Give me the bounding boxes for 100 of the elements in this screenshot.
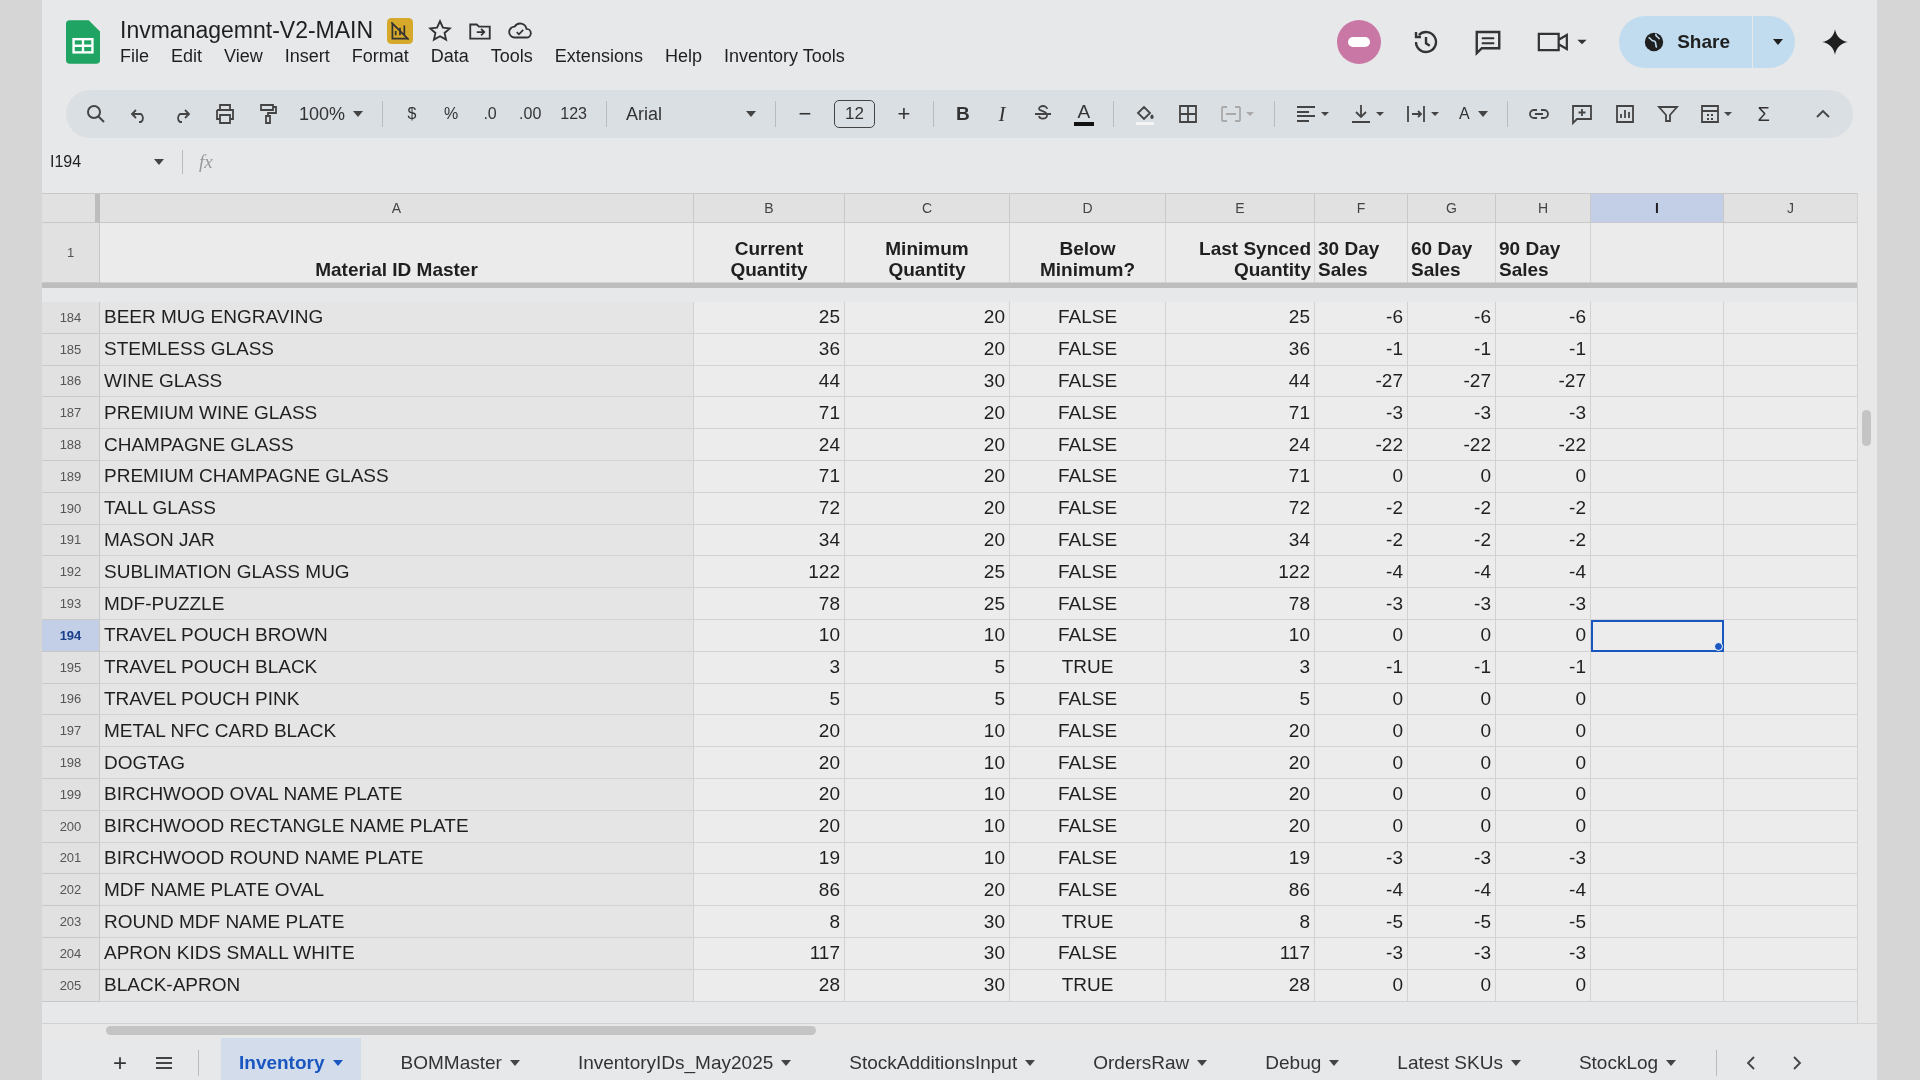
zoom-dropdown[interactable]: 100%: [299, 103, 364, 125]
print-icon[interactable]: [213, 102, 237, 126]
sheet-tab[interactable]: Inventory: [221, 1038, 361, 1080]
sum-button[interactable]: Σ: [1753, 102, 1774, 126]
table-cell: -1: [1569, 338, 1586, 361]
sheet-tab[interactable]: StockAdditionsInput: [831, 1038, 1054, 1080]
number-format-button[interactable]: .00: [519, 105, 542, 123]
table-cell: 20: [983, 465, 1005, 488]
menu-item[interactable]: Tools: [490, 46, 533, 67]
table-cell: 5: [994, 656, 1005, 679]
table-cell: BEER MUG ENGRAVING: [104, 306, 324, 329]
sheet-tab[interactable]: BOMMaster: [382, 1038, 538, 1080]
menu-item[interactable]: Format: [351, 46, 409, 67]
italic-button[interactable]: I: [991, 101, 1012, 127]
menu-item[interactable]: Help: [664, 46, 702, 67]
add-sheet-button[interactable]: +: [110, 1049, 130, 1077]
menu-item[interactable]: Edit: [171, 46, 203, 67]
scrollbar-thumb[interactable]: [106, 1026, 816, 1035]
table-cell: 20: [983, 338, 1005, 361]
table-cell: FALSE: [1057, 878, 1118, 901]
table-cell: 20: [818, 815, 840, 838]
column-title: Current Quantity: [729, 238, 809, 280]
table-cell: 122: [808, 560, 840, 583]
text-rotation-button[interactable]: A: [1458, 105, 1488, 123]
column-header[interactable]: I: [1591, 194, 1724, 223]
number-format-button[interactable]: .0: [480, 105, 501, 123]
table-cell: -3: [1386, 592, 1403, 615]
row-number[interactable]: 193: [42, 588, 100, 620]
row-number[interactable]: 196: [42, 683, 100, 716]
row-number[interactable]: 200: [42, 810, 100, 843]
row-number[interactable]: 184: [42, 302, 100, 334]
font-dropdown[interactable]: Arial: [626, 103, 756, 125]
table-cell: 0: [1575, 974, 1586, 997]
caret-icon: [781, 1060, 792, 1066]
table-cell: PREMIUM CHAMPAGNE GLASS: [104, 465, 389, 488]
table-cell: 19: [1288, 846, 1310, 869]
table-cell: FALSE: [1057, 815, 1118, 838]
row-number[interactable]: 188: [42, 429, 100, 461]
row-number[interactable]: 187: [42, 397, 100, 430]
increase-font-button[interactable]: +: [893, 101, 914, 127]
number-format-button[interactable]: $: [402, 105, 423, 123]
row-number[interactable]: 197: [42, 715, 100, 748]
menu-item[interactable]: File: [120, 46, 149, 67]
table-cell: -3: [1474, 592, 1491, 615]
row-number[interactable]: 191: [42, 524, 100, 557]
sheet-tab[interactable]: StockLog: [1560, 1038, 1695, 1080]
row-number[interactable]: 203: [42, 906, 100, 938]
name-box[interactable]: I194: [50, 153, 176, 171]
row-number[interactable]: 204: [42, 937, 100, 970]
functions-table-icon[interactable]: [1698, 102, 1735, 126]
row-number[interactable]: 205: [42, 969, 100, 1002]
table-cell: -1: [1474, 338, 1491, 361]
number-format-button[interactable]: 123: [560, 105, 587, 123]
bold-button[interactable]: B: [952, 103, 973, 125]
table-cell: 5: [994, 687, 1005, 710]
caret-icon: [1025, 1060, 1036, 1066]
row-number[interactable]: 201: [42, 842, 100, 875]
share-button[interactable]: Share: [1619, 16, 1752, 68]
document-title[interactable]: Invmanagemnt-V2-MAIN: [120, 17, 374, 44]
hidden-chart-icon[interactable]: [387, 17, 414, 44]
menu-item[interactable]: Insert: [284, 46, 330, 67]
decrease-font-button[interactable]: −: [795, 101, 815, 127]
sparkle-icon[interactable]: [1821, 28, 1849, 56]
font-size-field[interactable]: 12: [834, 100, 875, 128]
menu-item[interactable]: Inventory Tools: [723, 46, 845, 67]
menu-item[interactable]: Data: [430, 46, 469, 67]
row-number[interactable]: 198: [42, 747, 100, 779]
table-cell: FALSE: [1057, 592, 1118, 615]
scrollbar-thumb[interactable]: [1862, 410, 1871, 446]
row-number[interactable]: 189: [42, 461, 100, 493]
table-cell: 20: [1288, 815, 1310, 838]
table-cell: 0: [1480, 465, 1491, 488]
table-cell: 25: [983, 560, 1005, 583]
row-number[interactable]: 185: [42, 333, 100, 366]
sheet-tab[interactable]: InventoryIDs_May2025: [559, 1038, 810, 1080]
selected-cell[interactable]: [1591, 619, 1724, 652]
menu-item[interactable]: Extensions: [554, 46, 643, 67]
row-number[interactable]: 199: [42, 778, 100, 811]
row-number[interactable]: 194: [42, 619, 100, 652]
menu-item[interactable]: View: [224, 46, 263, 67]
add-comment-icon[interactable]: [1569, 102, 1594, 126]
table-cell: 0: [1392, 815, 1403, 838]
row-number[interactable]: 186: [42, 365, 100, 398]
star-icon[interactable]: [427, 17, 454, 44]
avatar-icon[interactable]: [1337, 20, 1382, 64]
table-cell: 71: [818, 401, 840, 424]
row-number[interactable]: 202: [42, 874, 100, 907]
sheet-tab[interactable]: OrdersRaw: [1075, 1038, 1226, 1080]
sheet-tab[interactable]: Latest SKUs: [1379, 1038, 1539, 1080]
table-cell: 20: [818, 751, 840, 774]
row-number[interactable]: 190: [42, 492, 100, 525]
text-color-button[interactable]: A: [1073, 102, 1094, 126]
row-number[interactable]: 192: [42, 556, 100, 589]
sheets-logo-icon[interactable]: [66, 20, 100, 64]
table-cell: 0: [1480, 783, 1491, 806]
table-cell: 0: [1392, 751, 1403, 774]
number-format-button[interactable]: %: [441, 105, 462, 123]
row-number[interactable]: 1: [42, 223, 100, 283]
sheet-tab[interactable]: Debug: [1247, 1038, 1358, 1080]
row-number[interactable]: 195: [42, 651, 100, 684]
